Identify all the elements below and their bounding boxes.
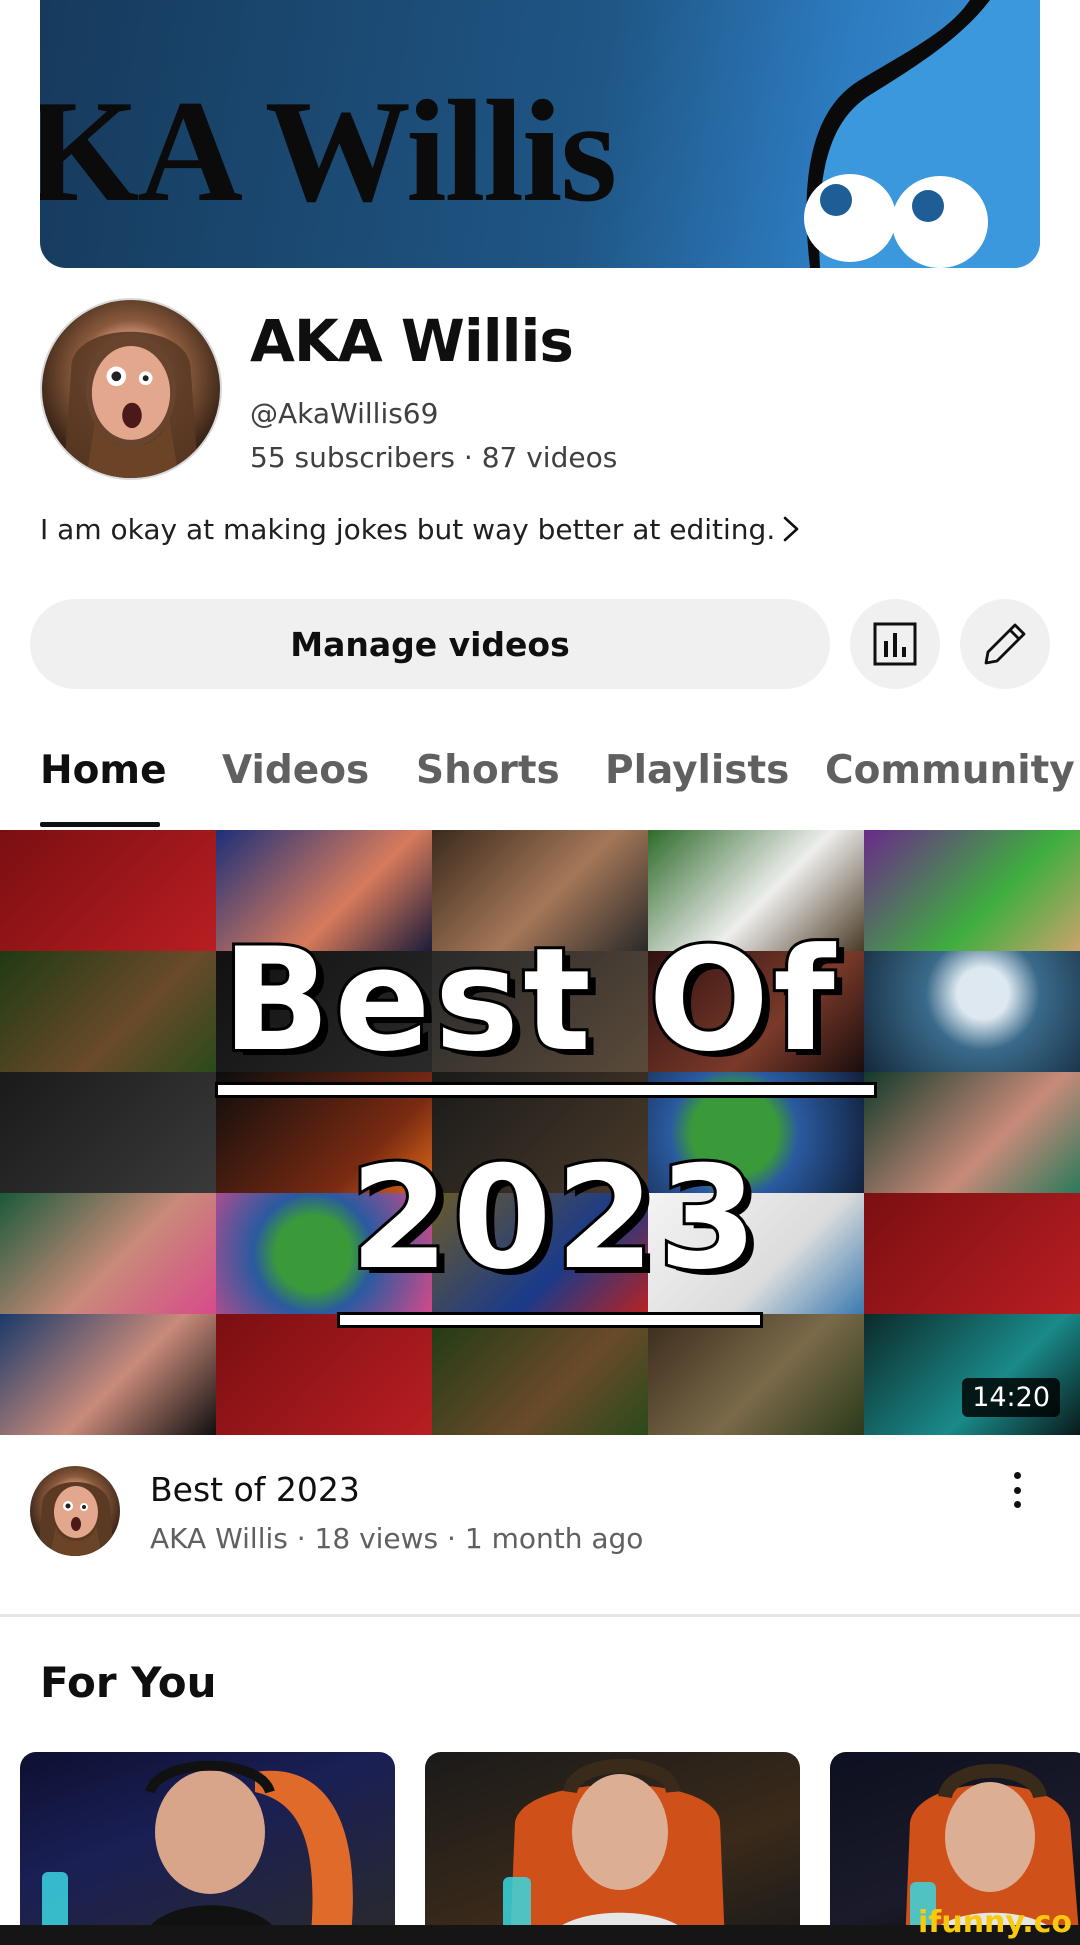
collage-tile bbox=[864, 1072, 1080, 1193]
thumbnail-title-line1: Best Of bbox=[219, 918, 839, 1083]
tab-community[interactable]: Community bbox=[825, 748, 1075, 793]
section-title-for-you: For You bbox=[40, 1658, 217, 1707]
collage-tile bbox=[864, 830, 1080, 951]
bar-chart-icon bbox=[873, 622, 917, 666]
video-thumbnail-art bbox=[503, 1758, 725, 1945]
video-channel-avatar[interactable] bbox=[30, 1466, 120, 1556]
ifunny-watermark: ifunny.co bbox=[918, 1905, 1072, 1940]
avatar-face-art bbox=[38, 1482, 114, 1556]
title-underline-bar bbox=[340, 1315, 760, 1325]
collage-tile bbox=[432, 1314, 648, 1435]
for-you-video-card[interactable] bbox=[20, 1752, 395, 1945]
channel-stats: 55 subscribers · 87 videos bbox=[250, 441, 618, 474]
tab-videos[interactable]: Videos bbox=[222, 748, 369, 793]
collage-tile bbox=[864, 951, 1080, 1072]
collage-tile bbox=[0, 1314, 216, 1435]
banner-text: KA Willis bbox=[40, 70, 617, 232]
more-options-icon[interactable] bbox=[1000, 1470, 1034, 1510]
banner-eyes-art bbox=[804, 0, 1040, 268]
collage-tile bbox=[0, 1072, 216, 1193]
collage-tile bbox=[216, 1314, 432, 1435]
tab-playlists[interactable]: Playlists bbox=[605, 748, 789, 793]
collage-tile bbox=[648, 1314, 864, 1435]
avatar-face-art bbox=[63, 331, 199, 478]
video-meta: AKA Willis · 18 views · 1 month ago bbox=[150, 1522, 644, 1555]
video-duration-badge: 14:20 bbox=[962, 1378, 1060, 1417]
collage-tile bbox=[0, 830, 216, 951]
channel-handle: @AkaWillis69 bbox=[250, 397, 439, 430]
analytics-button[interactable] bbox=[850, 599, 940, 689]
collage-tile bbox=[0, 951, 216, 1072]
channel-banner: KA Willis bbox=[40, 0, 1040, 268]
channel-tabs: Home Videos Shorts Playlists Community bbox=[0, 740, 1080, 828]
channel-avatar[interactable] bbox=[40, 298, 222, 480]
edit-channel-button[interactable] bbox=[960, 599, 1050, 689]
manage-videos-button[interactable]: Manage videos bbox=[30, 599, 830, 689]
channel-description[interactable]: I am okay at making jokes but way better… bbox=[40, 513, 775, 546]
for-you-video-card[interactable] bbox=[425, 1752, 800, 1945]
tab-home[interactable]: Home bbox=[40, 748, 167, 793]
thumbnail-title-line2: 2023 bbox=[347, 1136, 762, 1301]
featured-video-thumbnail[interactable]: Best Of 2023 14:20 bbox=[0, 830, 1080, 1435]
collage-tile bbox=[864, 1193, 1080, 1314]
video-thumbnail-art bbox=[42, 1760, 353, 1945]
video-title[interactable]: Best of 2023 bbox=[150, 1470, 360, 1509]
title-underline-bar bbox=[218, 1085, 874, 1095]
tab-shorts[interactable]: Shorts bbox=[416, 748, 560, 793]
active-tab-indicator bbox=[40, 822, 160, 827]
chevron-right-icon[interactable] bbox=[776, 514, 806, 544]
collage-tile bbox=[0, 1193, 216, 1314]
channel-name: AKA Willis bbox=[250, 307, 574, 375]
section-divider bbox=[0, 1614, 1080, 1617]
pencil-icon bbox=[984, 623, 1026, 665]
